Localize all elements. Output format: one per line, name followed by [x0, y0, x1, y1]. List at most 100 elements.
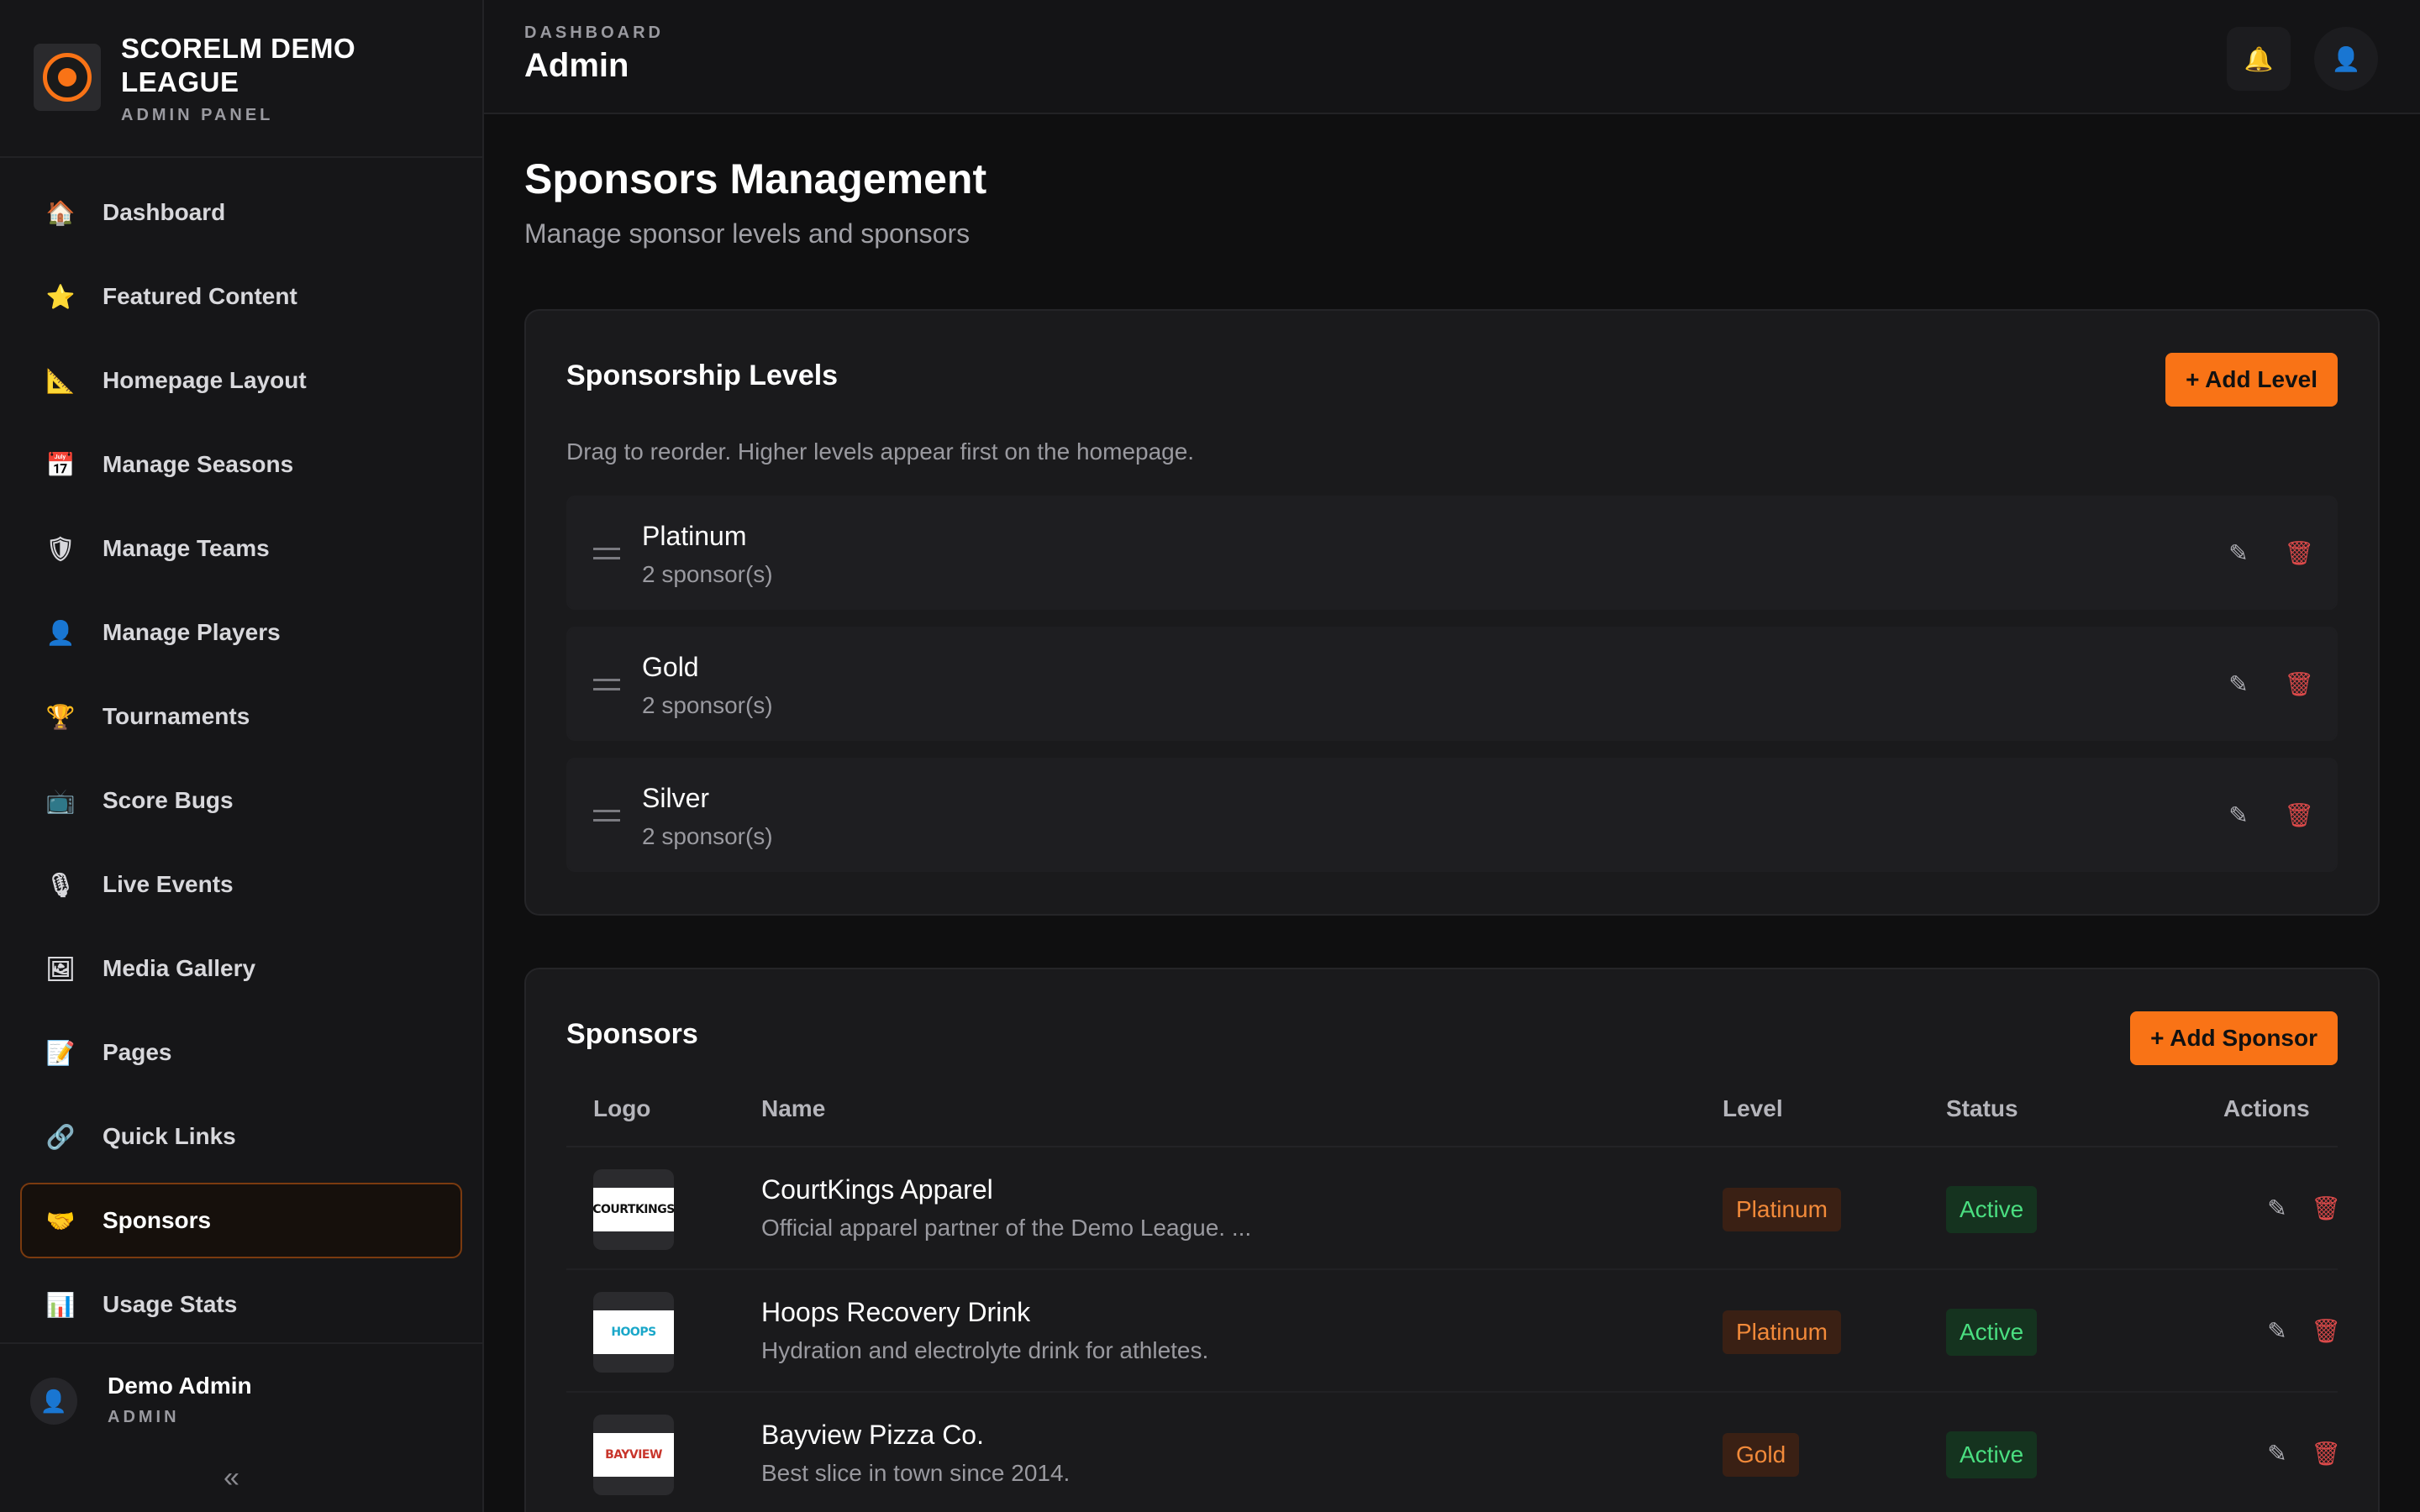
level-badge: Platinum	[1723, 1188, 1841, 1231]
edit-icon[interactable]: ✎	[2222, 667, 2255, 701]
drag-handle-icon[interactable]	[593, 810, 620, 822]
sidebar-item-label: Quick Links	[103, 1123, 236, 1149]
user-role: ADMIN	[108, 1408, 180, 1426]
page-subtitle: Manage sponsor levels and sponsors	[524, 218, 971, 249]
brand[interactable]: SCORELM DEMO LEAGUE ADMIN PANEL	[34, 30, 373, 131]
page-title: Sponsors Management	[524, 155, 987, 202]
level-name: Platinum	[642, 521, 747, 551]
column-header-logo: Logo	[593, 1095, 651, 1121]
trash-icon[interactable]: 🗑	[2282, 667, 2316, 701]
table-row[interactable]: HOOPS Hoops Recovery Drink Hydration and…	[566, 1270, 2341, 1393]
table-row[interactable]: BAYVIEW Bayview Pizza Co. Best slice in …	[566, 1393, 2341, 1512]
sidebar-item-pages[interactable]: 📝 Pages	[20, 1015, 462, 1090]
user-name: Demo Admin	[108, 1373, 252, 1399]
notifications-button[interactable]: 🔔	[2227, 27, 2291, 91]
trash-icon[interactable]: 🗑	[2282, 536, 2316, 570]
sponsor-description: Official apparel partner of the Demo Lea…	[761, 1215, 1252, 1241]
drag-handle-icon[interactable]	[593, 679, 620, 690]
column-header-name: Name	[761, 1095, 826, 1121]
sidebar-item-manage-teams[interactable]: 🛡 Manage Teams	[20, 511, 462, 586]
sidebar-item-label: Manage Players	[103, 619, 281, 645]
logo-text: HOOPS	[593, 1310, 674, 1354]
reorder-hint: Drag to reorder. Higher levels appear fi…	[566, 438, 1195, 465]
trash-icon[interactable]: 🗑	[2309, 1191, 2343, 1225]
breadcrumb[interactable]: DASHBOARD	[524, 24, 664, 43]
shield-icon: 🛡	[45, 535, 76, 562]
sidebar: SCORELM DEMO LEAGUE ADMIN PANEL 🏠 Dashboa…	[0, 0, 484, 1512]
sidebar-item-usage-stats[interactable]: 📊 Usage Stats	[20, 1267, 462, 1342]
brand-subtitle: ADMIN PANEL	[121, 106, 274, 124]
level-row[interactable]: Platinum 2 sponsor(s) ✎ 🗑	[566, 496, 2338, 610]
header-title: Admin	[524, 47, 629, 84]
sidebar-item-media-gallery[interactable]: 🖼 Media Gallery	[20, 931, 462, 1006]
microphone-icon: 🎙	[45, 871, 76, 898]
column-header-status: Status	[1946, 1095, 2018, 1121]
edit-icon[interactable]: ✎	[2222, 536, 2255, 570]
sidebar-item-label: Homepage Layout	[103, 367, 307, 393]
tv-icon: 📺	[45, 787, 76, 814]
sidebar-item-tournaments[interactable]: 🏆 Tournaments	[20, 679, 462, 754]
user-menu-button[interactable]: 👤	[2314, 27, 2378, 91]
logo-text: COURTKINGS	[592, 1188, 675, 1231]
sidebar-item-manage-seasons[interactable]: 📅 Manage Seasons	[20, 427, 462, 502]
user-icon: 👤	[2331, 45, 2361, 72]
sidebar-item-label: Sponsors	[103, 1207, 212, 1233]
bar-chart-icon: 📊	[45, 1291, 76, 1318]
status-badge: Active	[1946, 1186, 2038, 1233]
status-badge: Active	[1946, 1431, 2038, 1478]
collapse-sidebar-icon[interactable]: «	[224, 1462, 239, 1494]
edit-icon[interactable]: ✎	[2222, 798, 2255, 832]
sidebar-item-featured-content[interactable]: ⭐ Featured Content	[20, 259, 462, 334]
user-profile[interactable]: 👤 Demo Admin ADMIN «	[0, 1342, 482, 1512]
trash-icon[interactable]: 🗑	[2309, 1314, 2343, 1347]
trash-icon[interactable]: 🗑	[2282, 798, 2316, 832]
column-header-actions: Actions	[2223, 1095, 2310, 1121]
sidebar-item-label: Featured Content	[103, 283, 297, 309]
brand-title: SCORELM DEMO LEAGUE	[121, 33, 356, 97]
level-row[interactable]: Gold 2 sponsor(s) ✎ 🗑	[566, 627, 2338, 741]
sidebar-item-manage-players[interactable]: 👤 Manage Players	[20, 595, 462, 670]
sidebar-item-quick-links[interactable]: 🔗 Quick Links	[20, 1099, 462, 1174]
edit-icon[interactable]: ✎	[2260, 1436, 2294, 1470]
level-sponsor-count: 2 sponsor(s)	[642, 823, 773, 849]
sidebar-item-live-events[interactable]: 🎙 Live Events	[20, 847, 462, 922]
sidebar-item-dashboard[interactable]: 🏠 Dashboard	[20, 175, 462, 250]
edit-icon[interactable]: ✎	[2260, 1314, 2294, 1347]
trash-icon[interactable]: 🗑	[2309, 1436, 2343, 1470]
table-row[interactable]: COURTKINGS CourtKings Apparel Official a…	[566, 1147, 2341, 1270]
level-name: Gold	[642, 652, 699, 682]
level-name: Silver	[642, 783, 710, 813]
sidebar-item-label: Pages	[103, 1039, 172, 1065]
edit-icon[interactable]: ✎	[2260, 1191, 2294, 1225]
picture-icon: 🖼	[45, 955, 76, 982]
column-header-level: Level	[1723, 1095, 1783, 1121]
main-content: Sponsors Management Manage sponsor level…	[484, 114, 2420, 1512]
sidebar-item-label: Media Gallery	[103, 955, 256, 981]
sidebar-item-label: Live Events	[103, 871, 234, 897]
sponsors-card: Sponsors + Add Sponsor Logo Name Level S…	[524, 968, 2380, 1512]
card-title: Sponsorship Levels	[566, 360, 839, 391]
avatar: 👤	[30, 1378, 77, 1425]
calendar-icon: 📅	[45, 451, 76, 478]
league-logo	[34, 44, 101, 111]
sponsor-logo: HOOPS	[593, 1292, 674, 1373]
sidebar-item-label: Manage Teams	[103, 535, 270, 561]
add-sponsor-button[interactable]: + Add Sponsor	[2130, 1011, 2338, 1065]
sidebar-item-score-bugs[interactable]: 📺 Score Bugs	[20, 763, 462, 838]
user-icon: 👤	[45, 619, 76, 646]
card-title: Sponsors	[566, 1018, 698, 1050]
sponsor-description: Hydration and electrolyte drink for athl…	[761, 1337, 1209, 1363]
level-sponsor-count: 2 sponsor(s)	[642, 561, 773, 587]
level-row[interactable]: Silver 2 sponsor(s) ✎ 🗑	[566, 758, 2338, 872]
sidebar-item-label: Usage Stats	[103, 1291, 238, 1317]
divider	[0, 156, 482, 158]
trophy-icon: 🏆	[45, 703, 76, 730]
sponsor-logo: COURTKINGS	[592, 1169, 675, 1250]
sidebar-item-label: Tournaments	[103, 703, 250, 729]
sidebar-item-homepage-layout[interactable]: 📐 Homepage Layout	[20, 343, 462, 418]
sponsorship-levels-card: Sponsorship Levels + Add Level Drag to r…	[524, 309, 2380, 916]
memo-icon: 📝	[45, 1039, 76, 1066]
add-level-button[interactable]: + Add Level	[2165, 353, 2338, 407]
drag-handle-icon[interactable]	[593, 548, 620, 559]
sidebar-item-sponsors[interactable]: 🤝 Sponsors	[20, 1183, 462, 1258]
